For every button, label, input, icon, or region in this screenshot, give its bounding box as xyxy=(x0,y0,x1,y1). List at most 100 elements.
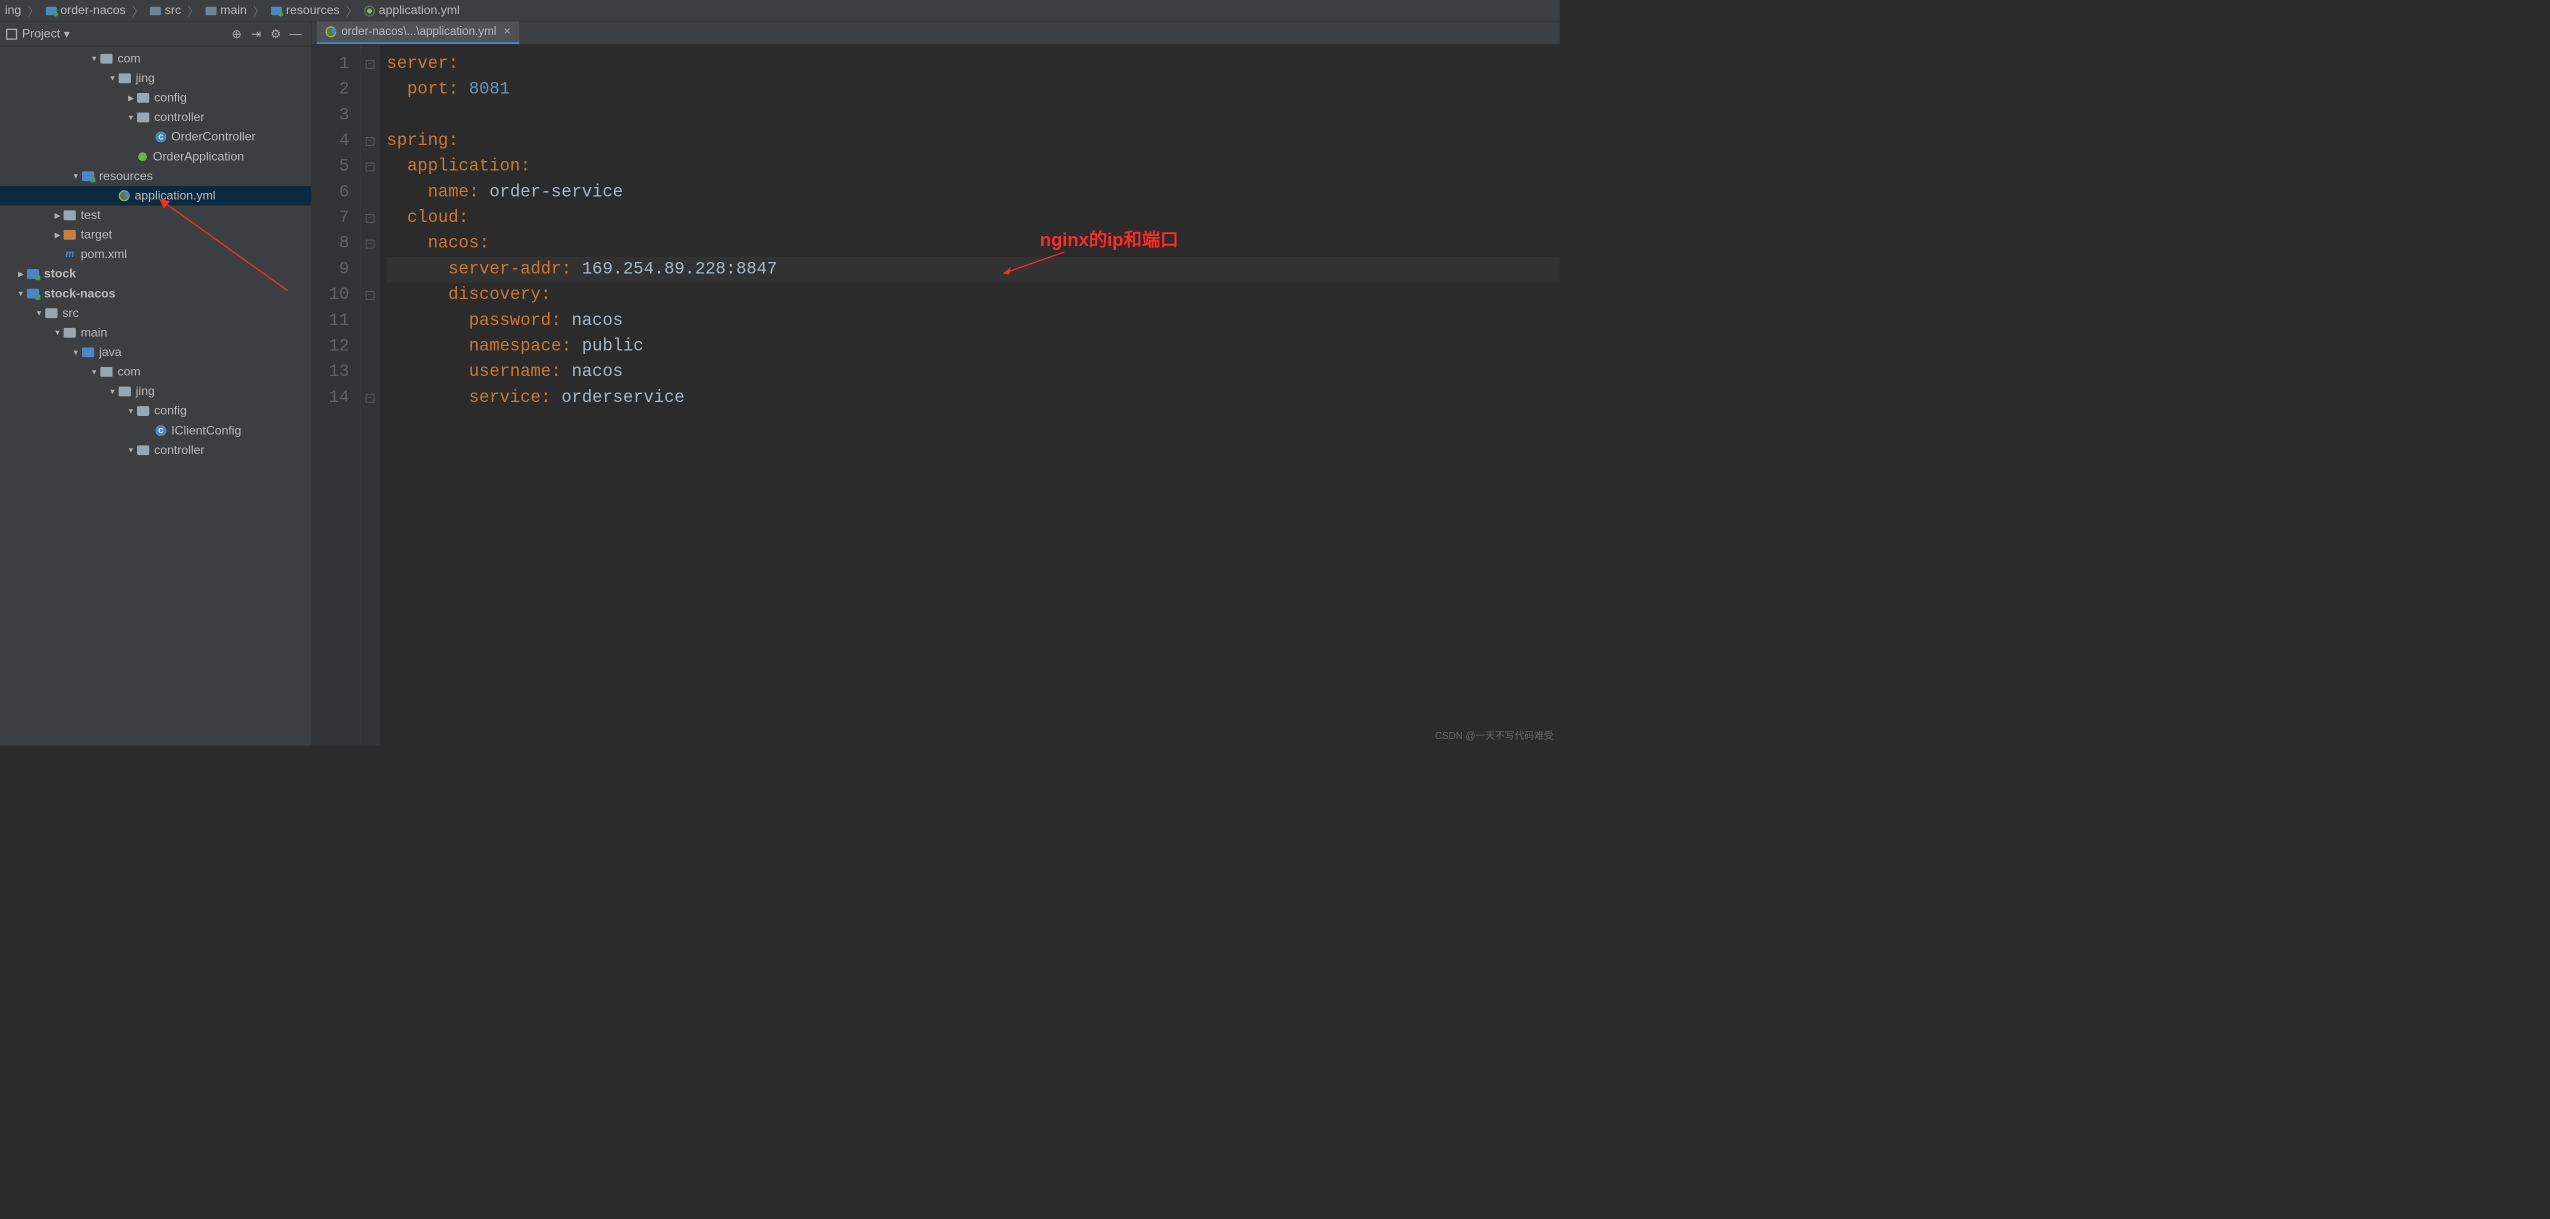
tree-arrow-icon[interactable]: ▼ xyxy=(125,113,137,122)
breadcrumb-separator: 〉 xyxy=(27,2,39,20)
code-line-3[interactable] xyxy=(387,103,1560,129)
code-line-12[interactable]: namespace: public xyxy=(387,334,1560,360)
collapse-icon[interactable]: ⇥ xyxy=(247,24,267,44)
project-tool-header[interactable]: Project ▾ ⊕ ⇥ ⚙ — xyxy=(0,22,311,46)
code-line-13[interactable]: username: nacos xyxy=(387,360,1560,386)
tree-arrow-icon[interactable]: ▼ xyxy=(106,387,118,396)
tree-item-ordercontroller[interactable]: OrderController xyxy=(0,127,311,147)
module-icon xyxy=(27,289,39,299)
code-line-14[interactable]: service: orderservice xyxy=(387,385,1560,411)
tree-item-jing[interactable]: ▼jing xyxy=(0,382,311,402)
code-editor[interactable]: 1234567891011121314 −−−−−−− nginx的ip和端口 … xyxy=(312,44,1560,746)
tree-arrow-icon[interactable]: ▼ xyxy=(33,309,45,318)
code-line-4[interactable]: spring: xyxy=(387,128,1560,154)
dir-icon xyxy=(100,367,112,377)
tree-item-label: OrderController xyxy=(171,130,255,144)
tree-arrow-icon[interactable]: ▼ xyxy=(88,54,100,63)
breadcrumb-item[interactable]: src xyxy=(145,4,186,18)
breadcrumb-item[interactable]: resources xyxy=(266,4,344,18)
tree-arrow-icon[interactable]: ▶ xyxy=(51,231,63,240)
tree-item-orderapplication[interactable]: OrderApplication xyxy=(0,147,311,167)
tree-item-config[interactable]: ▶config xyxy=(0,88,311,108)
tree-item-resources[interactable]: ▼resources xyxy=(0,166,311,186)
tree-item-label: src xyxy=(62,306,78,320)
fold-marker[interactable]: − xyxy=(361,231,379,257)
tree-arrow-icon[interactable]: ▼ xyxy=(88,368,100,377)
tree-item-com[interactable]: ▼com xyxy=(0,362,311,382)
tree-item-jing[interactable]: ▼jing xyxy=(0,69,311,89)
tree-item-src[interactable]: ▼ src xyxy=(0,303,311,323)
yml-icon xyxy=(364,5,375,16)
tree-item-stock-nacos[interactable]: ▼ stock-nacos xyxy=(0,284,311,304)
breadcrumb-item[interactable]: application.yml xyxy=(359,4,464,18)
tree-arrow-icon[interactable]: ▼ xyxy=(15,289,27,298)
code-line-6[interactable]: name: order-service xyxy=(387,180,1560,206)
close-icon[interactable]: × xyxy=(504,25,511,38)
tree-item-main[interactable]: ▼main xyxy=(0,323,311,343)
dir-icon xyxy=(100,54,112,64)
fold-marker[interactable]: − xyxy=(361,385,379,411)
dir-blue-icon xyxy=(82,347,94,357)
tree-item-java[interactable]: ▼ java xyxy=(0,343,311,363)
tree-item-application-yml[interactable]: application.yml xyxy=(0,186,311,206)
line-number: 10 xyxy=(312,283,349,309)
minimize-icon[interactable]: — xyxy=(286,24,306,44)
editor-tab-application-yml[interactable]: order-nacos\...\application.yml × xyxy=(317,21,519,44)
tree-arrow-icon[interactable]: ▶ xyxy=(125,94,137,103)
tree-item-iclientconfig[interactable]: IClientConfig xyxy=(0,421,311,441)
line-number: 4 xyxy=(312,128,349,154)
tree-item-com[interactable]: ▼ com xyxy=(0,49,311,69)
tree-item-target[interactable]: ▶target xyxy=(0,225,311,245)
tree-item-controller[interactable]: ▼controller xyxy=(0,440,311,460)
fold-marker[interactable]: − xyxy=(361,283,379,309)
fold-marker[interactable]: − xyxy=(361,154,379,180)
code-line-1[interactable]: server: xyxy=(387,51,1560,77)
code-line-11[interactable]: password: nacos xyxy=(387,308,1560,334)
target-icon[interactable]: ⊕ xyxy=(227,24,247,44)
fold-marker[interactable]: − xyxy=(361,128,379,154)
tree-arrow-icon[interactable]: ▼ xyxy=(70,172,82,181)
code-content[interactable]: nginx的ip和端口 server: port: 8081spring: ap… xyxy=(379,44,1560,746)
tree-item-label: stock-nacos xyxy=(44,287,115,301)
tree-arrow-icon[interactable]: ▶ xyxy=(15,270,27,279)
tree-item-test[interactable]: ▶test xyxy=(0,206,311,226)
gear-icon[interactable]: ⚙ xyxy=(266,24,286,44)
code-line-10[interactable]: discovery: xyxy=(387,283,1560,309)
tree-item-config[interactable]: ▼config xyxy=(0,401,311,421)
editor-area: order-nacos\...\application.yml × 123456… xyxy=(312,22,1560,746)
line-number: 8 xyxy=(312,231,349,257)
code-line-7[interactable]: cloud: xyxy=(387,206,1560,232)
tree-arrow-icon[interactable]: ▼ xyxy=(106,74,118,83)
tree-arrow-icon[interactable]: ▼ xyxy=(70,348,82,357)
tree-arrow-icon[interactable]: ▼ xyxy=(51,328,63,337)
tree-arrow-icon[interactable]: ▼ xyxy=(125,446,137,455)
tree-arrow-icon[interactable]: ▶ xyxy=(51,211,63,220)
project-tree[interactable]: ▼com▼jing▶config▼controllerOrderControll… xyxy=(0,46,311,745)
fold-marker[interactable]: − xyxy=(361,51,379,77)
tree-arrow-icon[interactable]: ▼ xyxy=(125,407,137,416)
dir-icon xyxy=(64,328,76,338)
tree-item-label: controller xyxy=(154,110,204,124)
fold-marker xyxy=(361,308,379,334)
dir-blue-icon xyxy=(150,6,161,15)
tree-item-pom-xml[interactable]: mpom.xml xyxy=(0,245,311,265)
tree-item-label: com xyxy=(117,52,140,66)
chevron-down-icon[interactable]: ▾ xyxy=(64,26,70,41)
tree-item-stock[interactable]: ▶stock xyxy=(0,264,311,284)
breadcrumb-item[interactable]: ing xyxy=(0,4,26,18)
fold-bar[interactable]: −−−−−−− xyxy=(361,44,379,746)
dir-icon xyxy=(119,387,131,397)
fold-marker[interactable]: − xyxy=(361,206,379,232)
tree-item-label: java xyxy=(99,345,121,359)
code-line-5[interactable]: application: xyxy=(387,154,1560,180)
breadcrumb-item[interactable]: order-nacos xyxy=(41,4,131,18)
code-line-2[interactable]: port: 8081 xyxy=(387,77,1560,103)
breadcrumb-item[interactable]: main xyxy=(201,4,252,18)
line-number: 9 xyxy=(312,257,349,283)
code-line-8[interactable]: nacos: xyxy=(387,231,1560,257)
line-number: 11 xyxy=(312,308,349,334)
line-number: 5 xyxy=(312,154,349,180)
dir-blue-icon xyxy=(206,6,217,15)
tree-item-controller[interactable]: ▼ controller xyxy=(0,108,311,128)
code-line-9[interactable]: server-addr: 169.254.89.228:8847 xyxy=(387,257,1560,283)
